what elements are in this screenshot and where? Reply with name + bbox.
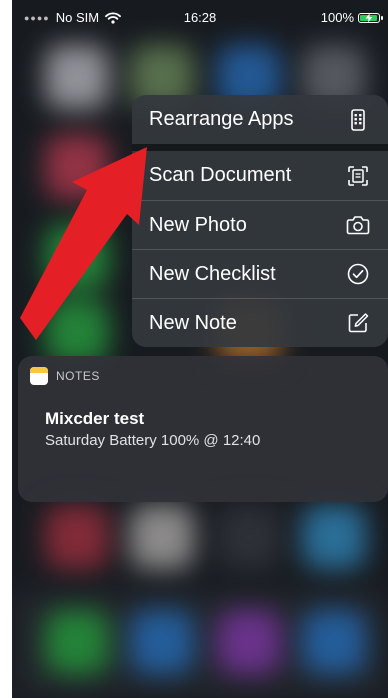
red-arrow-annotation <box>20 147 147 340</box>
phone-screen: ●●●● No SIM 16:28 100% Rearrange Apps Sc… <box>12 0 388 698</box>
